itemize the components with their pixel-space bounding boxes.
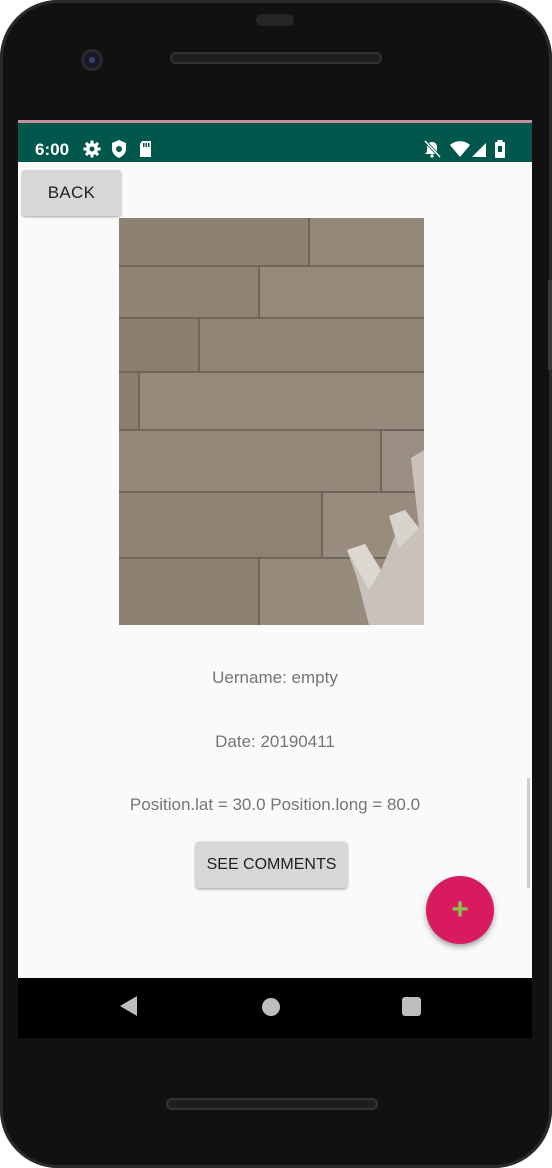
wifi-icon xyxy=(450,141,470,157)
status-bar: 6:00 xyxy=(18,120,532,162)
side-button xyxy=(548,280,552,370)
see-comments-button[interactable]: SEE COMMENTS xyxy=(196,842,347,888)
recents-square-icon[interactable] xyxy=(402,997,421,1016)
add-fab-button[interactable]: + xyxy=(426,876,494,944)
plus-icon: + xyxy=(451,893,469,926)
scrollbar[interactable] xyxy=(527,778,530,888)
post-photo xyxy=(119,218,424,625)
username-label: Uername: empty xyxy=(212,668,338,687)
position-label: Position.lat = 30.0 Position.long = 80.0 xyxy=(129,795,421,814)
battery-icon xyxy=(495,140,505,158)
home-circle-icon[interactable] xyxy=(262,998,280,1016)
back-button[interactable]: BACK xyxy=(22,170,121,216)
notifications-off-icon xyxy=(423,139,442,159)
date-label: Date: 20190411 xyxy=(215,732,335,751)
earpiece xyxy=(256,14,294,26)
front-camera xyxy=(81,49,103,71)
sd-card-icon xyxy=(140,141,151,157)
back-triangle-icon[interactable] xyxy=(119,995,139,1017)
status-time: 6:00 xyxy=(35,140,70,159)
cell-signal-icon xyxy=(472,143,486,157)
gear-icon xyxy=(83,140,101,158)
app-screen: 6:00 BACK Uername: empty Date: 20190411 … xyxy=(18,120,532,978)
phone-frame: 6:00 BACK Uername: empty Date: 20190411 … xyxy=(0,0,552,1168)
navigation-bar xyxy=(18,978,532,1038)
bottom-speaker-grille xyxy=(166,1098,378,1110)
shield-icon xyxy=(112,140,126,158)
top-speaker-grille xyxy=(170,52,382,64)
